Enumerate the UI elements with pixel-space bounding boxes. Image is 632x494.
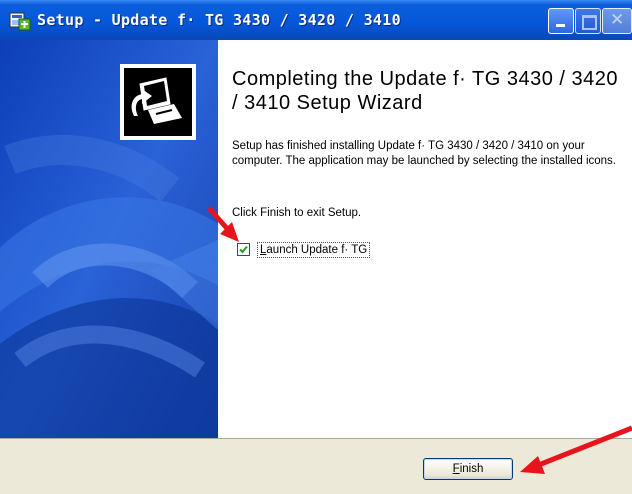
wizard-footer xyxy=(0,438,632,494)
wizard-heading: Completing the Update f· TG 3430 / 3420 … xyxy=(232,68,619,114)
minimize-icon[interactable] xyxy=(548,8,574,34)
setup-app-icon xyxy=(9,12,31,31)
exit-instruction: Click Finish to exit Setup. xyxy=(232,207,362,219)
title-bar[interactable]: Setup - Update f· TG 3430 / 3420 / 3410 xyxy=(0,0,632,40)
launch-checkbox-label[interactable]: Launch Update f· TG xyxy=(257,242,371,258)
launch-label-text: aunch Update f· TG xyxy=(266,244,368,256)
window-title: Setup - Update f· TG 3430 / 3420 / 3410 xyxy=(37,11,401,29)
finish-mnemonic: F xyxy=(452,463,460,475)
launch-checkbox[interactable] xyxy=(237,243,250,256)
computer-install-icon xyxy=(120,64,196,140)
finish-label-text: inish xyxy=(459,463,484,475)
maximize-icon[interactable] xyxy=(575,8,601,34)
wizard-description: Setup has finished installing Update f· … xyxy=(232,140,616,167)
wizard-sidebar-image xyxy=(0,40,218,438)
close-icon[interactable] xyxy=(602,8,632,34)
checkmark-icon xyxy=(239,245,248,254)
finish-button[interactable]: Finish xyxy=(423,458,513,480)
